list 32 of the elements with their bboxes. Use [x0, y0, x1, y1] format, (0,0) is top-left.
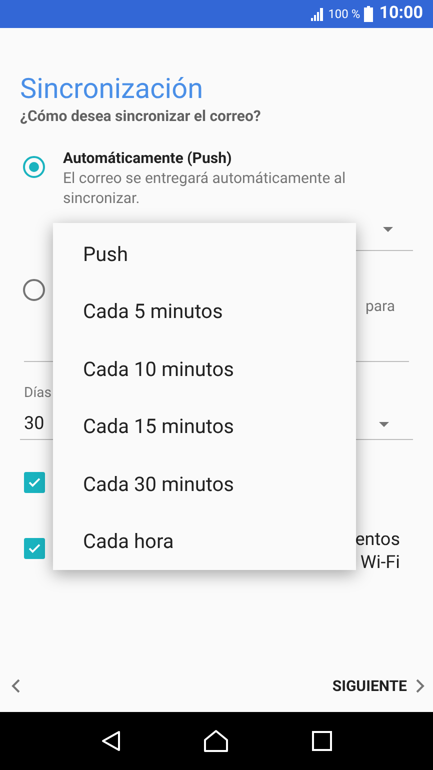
dropdown-arrow-icon	[383, 226, 393, 232]
radio-button[interactable]	[23, 279, 45, 301]
option-description: para	[365, 296, 395, 316]
menu-item[interactable]: Cada hora	[53, 512, 356, 570]
menu-item[interactable]: Cada 5 minutos	[53, 282, 356, 340]
dropdown-arrow-icon	[379, 422, 389, 426]
next-button[interactable]: SIGUIENTE	[332, 674, 425, 698]
battery-icon	[364, 6, 374, 22]
page-subtitle: ¿Cómo desea sincronizar el correo?	[20, 106, 261, 126]
back-icon[interactable]	[101, 730, 122, 752]
checkmark-icon	[27, 475, 42, 490]
checkbox[interactable]	[24, 538, 45, 559]
menu-item[interactable]: Cada 15 minutos	[53, 398, 356, 455]
radio-button[interactable]	[23, 156, 45, 178]
battery-percent: 100 %	[328, 6, 360, 23]
recent-apps-icon[interactable]	[312, 731, 332, 751]
checkbox[interactable]	[24, 472, 45, 493]
signal-icon	[310, 7, 324, 21]
chevron-right-icon	[415, 679, 425, 693]
checkbox-label: Wi-Fi	[360, 551, 400, 574]
clock: 10:00	[379, 2, 423, 26]
field-label: Días	[24, 384, 52, 402]
option-title: Automáticamente (Push)	[63, 148, 233, 168]
option-description: El correo se entregará automáticamente al sincronizar.	[63, 168, 347, 208]
checkmark-icon	[27, 541, 42, 556]
menu-item[interactable]: Push	[53, 225, 356, 282]
page-title: Sincronización	[20, 72, 204, 106]
checkbox-label: entos	[355, 528, 400, 551]
home-icon[interactable]	[203, 729, 230, 753]
menu-item[interactable]: Cada 10 minutos	[53, 340, 356, 398]
chevron-left-icon	[11, 679, 21, 693]
menu-item[interactable]: Cada 30 minutos	[53, 455, 356, 512]
